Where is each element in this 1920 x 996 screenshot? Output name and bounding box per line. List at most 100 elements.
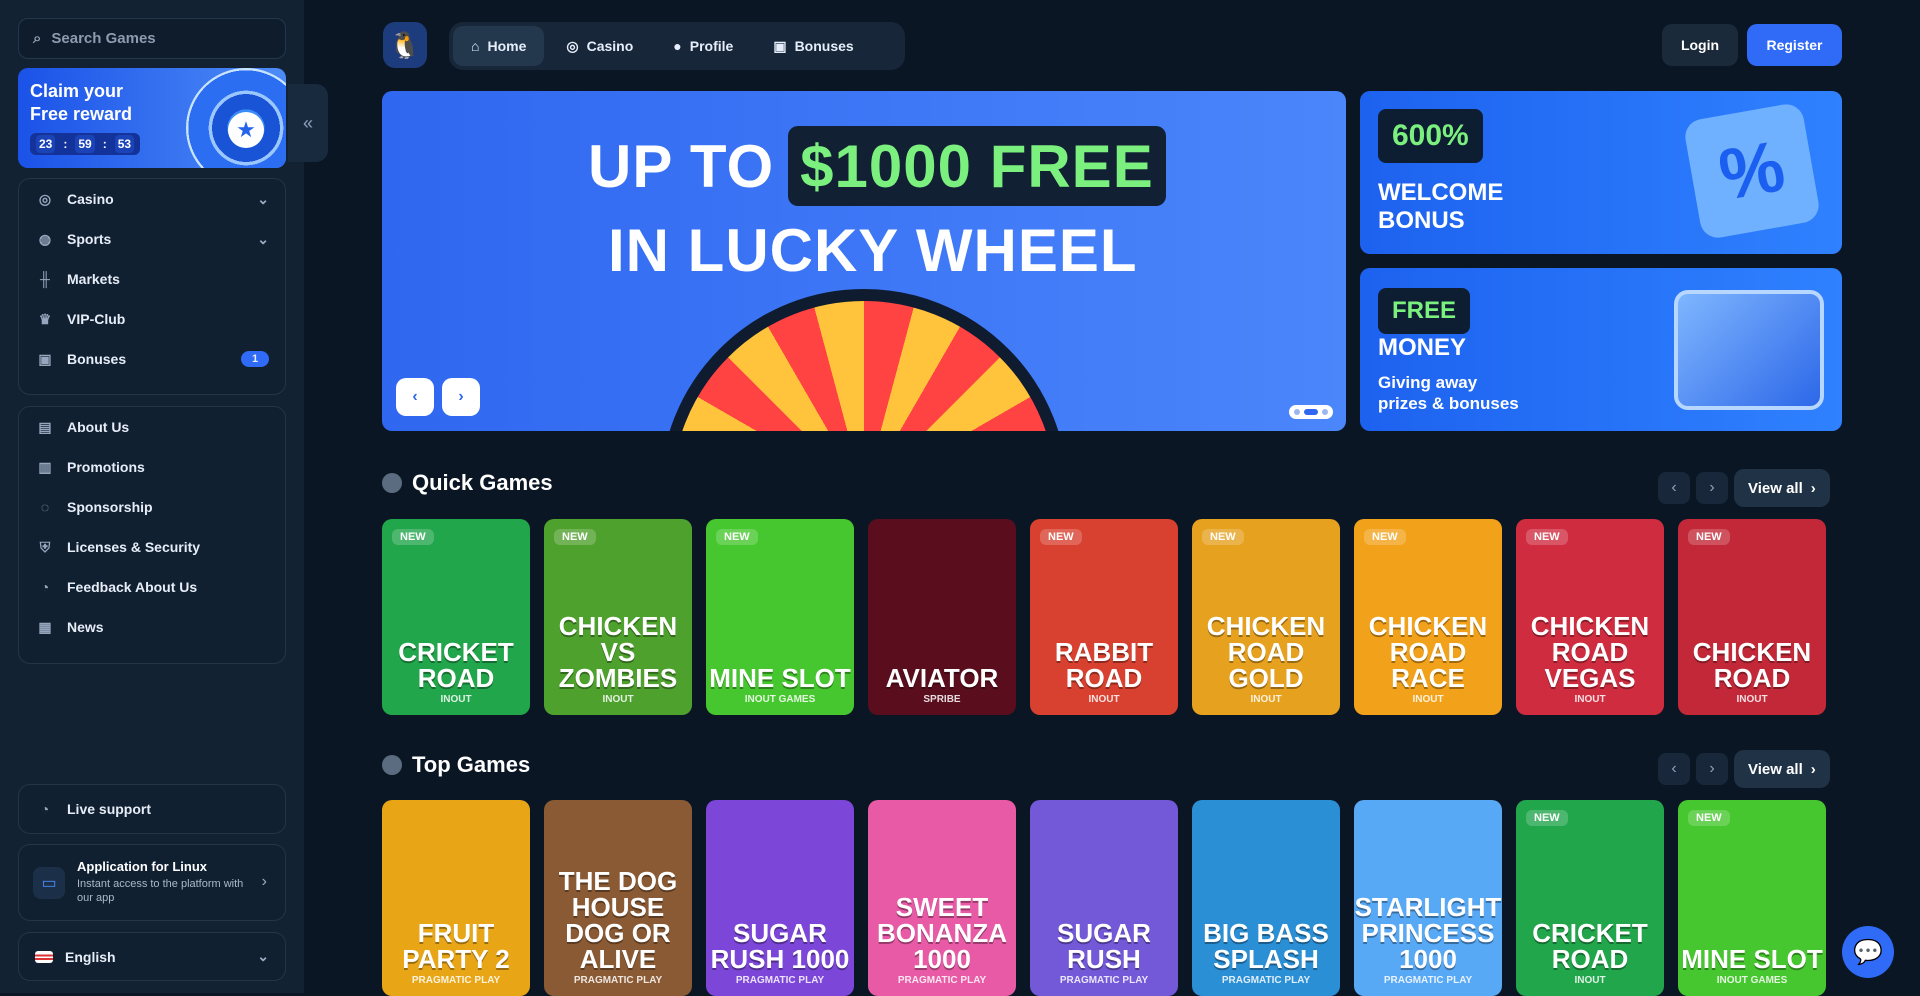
carousel-dots[interactable] <box>1289 405 1333 419</box>
dice-icon <box>382 473 402 493</box>
game-provider: INOUT <box>1574 975 1606 986</box>
hero-banner[interactable]: UP TO $1000 FREE IN LUCKY WHEEL <box>382 91 1346 431</box>
top-games-next-button[interactable]: › <box>1696 753 1728 785</box>
sidebar-item-sponsorship[interactable]: ◌ Sponsorship <box>19 487 285 527</box>
support-icon: ◔ <box>40 801 50 817</box>
timer-seconds: 53 <box>114 135 135 153</box>
new-badge: NEW <box>1688 810 1730 826</box>
sidebar-item-licenses[interactable]: ⛨ Licenses & Security <box>19 527 285 567</box>
register-button[interactable]: Register <box>1747 24 1842 66</box>
bonuses-badge: 1 <box>241 351 269 367</box>
sidebar-item-feedback[interactable]: ◔ Feedback About Us <box>19 567 285 607</box>
welcome-bonus-banner[interactable]: 600% WELCOME BONUS % <box>1360 91 1842 254</box>
promo-title: Claim your Free reward <box>30 81 133 124</box>
new-badge: NEW <box>1688 529 1730 545</box>
game-provider: PRAGMATIC PLAY <box>735 975 825 986</box>
sidebar-item-bonuses[interactable]: ▣ Bonuses 1 <box>19 339 285 379</box>
game-card[interactable]: NEW RABBIT ROAD INOUT <box>1030 519 1178 715</box>
game-card[interactable]: SWEET BONANZA 1000 PRAGMATIC PLAY <box>868 800 1016 996</box>
top-games-list: FRUIT PARTY 2 PRAGMATIC PLAY THE DOG HOUSE… <box>382 800 1826 996</box>
free-money-chip: FREE <box>1378 288 1471 334</box>
quick-games-view-all[interactable]: View all › <box>1734 469 1830 507</box>
game-card[interactable]: NEW CHICKEN ROAD INOUT <box>1678 519 1826 715</box>
chat-widget-button[interactable]: 💬 <box>1842 926 1894 978</box>
game-title: RABBIT ROAD <box>1054 637 1154 693</box>
linux-app-card[interactable]: ▭ Application for Linux Instant access t… <box>18 844 286 921</box>
game-card[interactable]: THE DOG HOUSE DOG OR ALIVE PRAGMATIC PLAY <box>544 800 692 996</box>
casino-icon: ◎ <box>566 37 579 54</box>
live-support-button[interactable]: ◔ Live support <box>18 784 286 834</box>
profile-icon: ● <box>673 38 682 54</box>
game-card[interactable]: NEW MINE SLOT INOUT GAMES <box>1678 800 1826 996</box>
quick-games-prev-button[interactable]: ‹ <box>1658 472 1690 504</box>
tab-profile[interactable]: ● Profile <box>655 26 751 66</box>
hero-prev-button[interactable]: ‹ <box>396 378 434 416</box>
hero-amount: $1000 FREE <box>788 126 1166 206</box>
globe-icon: ◍ <box>38 230 52 247</box>
game-title: SWEET BONANZA 1000 <box>877 892 1007 974</box>
game-title: SUGAR RUSH 1000 <box>710 918 850 974</box>
sidebar-item-news[interactable]: ▦ News <box>19 607 285 647</box>
chevron-right-icon: › <box>1810 479 1816 497</box>
new-badge: NEW <box>1364 529 1406 545</box>
game-card[interactable]: NEW CHICKEN ROAD GOLD INOUT <box>1192 519 1340 715</box>
game-card[interactable]: BIG BASS SPLASH PRAGMATIC PLAY <box>1192 800 1340 996</box>
top-games-prev-button[interactable]: ‹ <box>1658 753 1690 785</box>
free-money-banner[interactable]: FREE MONEY Giving away prizes & bonuses <box>1360 268 1842 431</box>
game-card[interactable]: STARLIGHT PRINCESS 1000 PRAGMATIC PLAY <box>1354 800 1502 996</box>
game-card[interactable]: AVIATOR SPRIBE <box>868 519 1016 715</box>
game-card[interactable]: NEW CHICKEN ROAD VEGAS INOUT <box>1516 519 1664 715</box>
game-card[interactable]: FRUIT PARTY 2 PRAGMATIC PLAY <box>382 800 530 996</box>
login-button[interactable]: Login <box>1662 24 1738 66</box>
game-provider: INOUT <box>1412 694 1444 705</box>
game-card[interactable]: NEW CHICKEN VS ZOMBIES INOUT <box>544 519 692 715</box>
chevron-right-icon: › <box>261 873 267 890</box>
game-card[interactable]: SUGAR RUSH PRAGMATIC PLAY <box>1030 800 1178 996</box>
shield-icon: ⛨ <box>39 538 51 555</box>
tab-bonuses[interactable]: ▣ Bonuses <box>755 26 871 66</box>
game-card[interactable]: NEW CRICKET ROAD INOUT <box>382 519 530 715</box>
game-card[interactable]: NEW MINE SLOT INOUT GAMES <box>706 519 854 715</box>
game-provider: INOUT GAMES <box>744 694 816 705</box>
game-card[interactable]: SUGAR RUSH 1000 PRAGMATIC PLAY <box>706 800 854 996</box>
game-title: CHICKEN ROAD RACE <box>1368 611 1488 693</box>
sidebar-item-casino[interactable]: ◎ Casino ⌄ <box>19 179 285 219</box>
flame-icon <box>382 755 402 775</box>
game-card[interactable]: NEW CRICKET ROAD INOUT <box>1516 800 1664 996</box>
hero-headline-line1: UP TO $1000 FREE <box>588 126 1166 206</box>
free-reward-banner[interactable]: Claim your Free reward 23: 59: 53 ★ <box>18 68 286 168</box>
search-input[interactable]: ⌕ Search Games <box>18 18 286 59</box>
top-games-view-all[interactable]: View all › <box>1734 750 1830 788</box>
hero-next-button[interactable]: › <box>442 378 480 416</box>
quick-games-title: Quick Games <box>382 470 553 496</box>
game-card[interactable]: NEW CHICKEN ROAD RACE INOUT <box>1354 519 1502 715</box>
tab-home[interactable]: ⌂ Home <box>453 26 545 66</box>
sidebar-item-promotions[interactable]: ▥ Promotions <box>19 447 285 487</box>
language-selector[interactable]: English ⌄ <box>18 932 286 981</box>
sidebar: ⌕ Search Games Claim your Free reward 23… <box>0 0 328 993</box>
new-badge: NEW <box>716 529 758 545</box>
game-title: SUGAR RUSH <box>1057 918 1151 974</box>
search-icon: ⌕ <box>33 30 42 47</box>
sidebar-nav: ◎ Casino ⌄ ◍ Sports ⌄ ╫ Markets ♛ VIP-Club ▣ Bo… <box>18 178 286 395</box>
search-placeholder: Search Games <box>51 30 156 47</box>
game-provider: PRAGMATIC PLAY <box>573 975 663 986</box>
chevron-down-icon: ⌄ <box>257 190 269 207</box>
quick-games-next-button[interactable]: › <box>1696 472 1728 504</box>
quick-games-list: NEW CRICKET ROAD INOUT NEW CHICKEN VS ZOMBIE… <box>382 519 1826 715</box>
monitor-icon: ▭ <box>33 867 65 899</box>
tab-casino[interactable]: ◎ Casino <box>548 26 651 66</box>
safe-icon <box>1674 290 1824 410</box>
top-games-title: Top Games <box>382 752 530 778</box>
sidebar-item-about-us[interactable]: ▤ About Us <box>19 407 285 447</box>
sidebar-item-markets[interactable]: ╫ Markets <box>19 259 285 299</box>
game-title: STARLIGHT PRINCESS 1000 <box>1354 892 1502 974</box>
game-provider: INOUT <box>602 694 634 705</box>
game-provider: INOUT <box>440 694 472 705</box>
game-title: FRUIT PARTY 2 <box>402 918 510 974</box>
chevron-right-icon: › <box>1810 760 1816 778</box>
site-logo[interactable]: 🐧 <box>383 22 427 68</box>
game-title: MINE SLOT <box>1681 944 1823 974</box>
sidebar-item-sports[interactable]: ◍ Sports ⌄ <box>19 219 285 259</box>
sidebar-item-vip-club[interactable]: ♛ VIP-Club <box>19 299 285 339</box>
